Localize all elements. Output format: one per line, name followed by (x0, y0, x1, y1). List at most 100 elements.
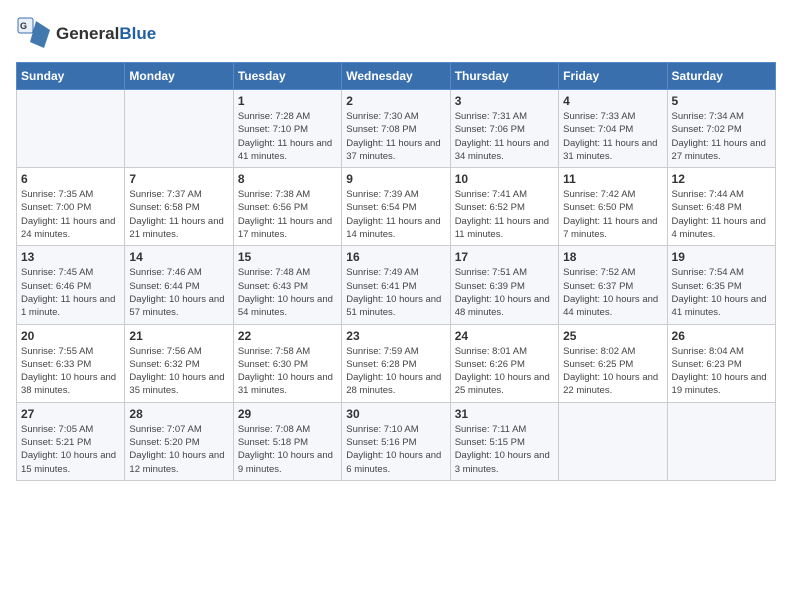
day-detail: Sunrise: 7:55 AM Sunset: 6:33 PM Dayligh… (21, 345, 120, 398)
calendar-cell: 4Sunrise: 7:33 AM Sunset: 7:04 PM Daylig… (559, 90, 667, 168)
day-detail: Sunrise: 7:42 AM Sunset: 6:50 PM Dayligh… (563, 188, 662, 241)
calendar-cell (559, 402, 667, 480)
calendar-cell (125, 90, 233, 168)
day-number: 12 (672, 172, 771, 186)
day-number: 24 (455, 329, 554, 343)
calendar-cell: 30Sunrise: 7:10 AM Sunset: 5:16 PM Dayli… (342, 402, 450, 480)
calendar-cell: 19Sunrise: 7:54 AM Sunset: 6:35 PM Dayli… (667, 246, 775, 324)
day-detail: Sunrise: 7:58 AM Sunset: 6:30 PM Dayligh… (238, 345, 337, 398)
day-detail: Sunrise: 7:37 AM Sunset: 6:58 PM Dayligh… (129, 188, 228, 241)
day-number: 22 (238, 329, 337, 343)
day-detail: Sunrise: 7:28 AM Sunset: 7:10 PM Dayligh… (238, 110, 337, 163)
calendar-week-2: 13 Sunrise: 7:45 AM Sunset: 6:46 PM Dayli… (17, 246, 776, 324)
weekday-header-row: SundayMondayTuesdayWednesdayThursdayFrid… (17, 63, 776, 90)
day-number: 3 (455, 94, 554, 108)
day-number: 26 (672, 329, 771, 343)
calendar-cell: 7 Sunrise: 7:37 AM Sunset: 6:58 PM Daylig… (125, 168, 233, 246)
day-number: 23 (346, 329, 445, 343)
calendar-table: SundayMondayTuesdayWednesdayThursdayFrid… (16, 62, 776, 481)
weekday-header-thursday: Thursday (450, 63, 558, 90)
day-number: 4 (563, 94, 662, 108)
day-number: 16 (346, 250, 445, 264)
day-number: 20 (21, 329, 120, 343)
calendar-cell (667, 402, 775, 480)
calendar-cell: 3 Sunrise: 7:31 AM Sunset: 7:06 PM Daylig… (450, 90, 558, 168)
day-number: 18 (563, 250, 662, 264)
calendar-cell: 10 Sunrise: 7:41 AM Sunset: 6:52 PM Dayli… (450, 168, 558, 246)
day-number: 28 (129, 407, 228, 421)
day-number: 29 (238, 407, 337, 421)
day-detail: Sunrise: 7:34 AM Sunset: 7:02 PM Dayligh… (672, 110, 771, 163)
day-detail: Sunrise: 7:59 AM Sunset: 6:28 PM Dayligh… (346, 345, 445, 398)
calendar-cell: 17Sunrise: 7:51 AM Sunset: 6:39 PM Dayli… (450, 246, 558, 324)
day-number: 6 (21, 172, 120, 186)
day-detail: Sunrise: 7:39 AM Sunset: 6:54 PM Dayligh… (346, 188, 445, 241)
day-detail: Sunrise: 7:45 AM Sunset: 6:46 PM Dayligh… (21, 266, 120, 319)
calendar-cell (17, 90, 125, 168)
weekday-header-sunday: Sunday (17, 63, 125, 90)
calendar-week-1: 6Sunrise: 7:35 AM Sunset: 7:00 PM Daylig… (17, 168, 776, 246)
calendar-cell: 9 Sunrise: 7:39 AM Sunset: 6:54 PM Daylig… (342, 168, 450, 246)
day-number: 2 (346, 94, 445, 108)
calendar-cell: 13 Sunrise: 7:45 AM Sunset: 6:46 PM Dayli… (17, 246, 125, 324)
calendar-cell: 15Sunrise: 7:48 AM Sunset: 6:43 PM Dayli… (233, 246, 341, 324)
calendar-cell: 20 Sunrise: 7:55 AM Sunset: 6:33 PM Dayli… (17, 324, 125, 402)
header: G GeneralBlue (16, 16, 776, 52)
calendar-week-4: 27Sunrise: 7:05 AM Sunset: 5:21 PM Dayli… (17, 402, 776, 480)
logo: G GeneralBlue (16, 16, 156, 52)
day-number: 15 (238, 250, 337, 264)
calendar-cell: 27Sunrise: 7:05 AM Sunset: 5:21 PM Dayli… (17, 402, 125, 480)
weekday-header-saturday: Saturday (667, 63, 775, 90)
calendar-cell: 29 Sunrise: 7:08 AM Sunset: 5:18 PM Dayli… (233, 402, 341, 480)
calendar-cell: 26 Sunrise: 8:04 AM Sunset: 6:23 PM Dayli… (667, 324, 775, 402)
day-number: 10 (455, 172, 554, 186)
day-number: 30 (346, 407, 445, 421)
day-number: 14 (129, 250, 228, 264)
day-detail: Sunrise: 7:30 AM Sunset: 7:08 PM Dayligh… (346, 110, 445, 163)
svg-text:G: G (20, 21, 27, 31)
calendar-body: 1 Sunrise: 7:28 AM Sunset: 7:10 PM Daylig… (17, 90, 776, 481)
day-detail: Sunrise: 7:38 AM Sunset: 6:56 PM Dayligh… (238, 188, 337, 241)
calendar-cell: 12 Sunrise: 7:44 AM Sunset: 6:48 PM Dayli… (667, 168, 775, 246)
day-detail: Sunrise: 7:49 AM Sunset: 6:41 PM Dayligh… (346, 266, 445, 319)
day-number: 13 (21, 250, 120, 264)
calendar-cell: 28Sunrise: 7:07 AM Sunset: 5:20 PM Dayli… (125, 402, 233, 480)
calendar-cell: 6Sunrise: 7:35 AM Sunset: 7:00 PM Daylig… (17, 168, 125, 246)
day-number: 31 (455, 407, 554, 421)
day-detail: Sunrise: 7:56 AM Sunset: 6:32 PM Dayligh… (129, 345, 228, 398)
day-number: 17 (455, 250, 554, 264)
calendar-cell: 11 Sunrise: 7:42 AM Sunset: 6:50 PM Dayli… (559, 168, 667, 246)
day-detail: Sunrise: 8:04 AM Sunset: 6:23 PM Dayligh… (672, 345, 771, 398)
calendar-cell: 14 Sunrise: 7:46 AM Sunset: 6:44 PM Dayli… (125, 246, 233, 324)
calendar-week-3: 20 Sunrise: 7:55 AM Sunset: 6:33 PM Dayli… (17, 324, 776, 402)
calendar-cell: 22 Sunrise: 7:58 AM Sunset: 6:30 PM Dayli… (233, 324, 341, 402)
day-number: 7 (129, 172, 228, 186)
weekday-header-friday: Friday (559, 63, 667, 90)
calendar-cell: 2 Sunrise: 7:30 AM Sunset: 7:08 PM Daylig… (342, 90, 450, 168)
day-detail: Sunrise: 7:05 AM Sunset: 5:21 PM Dayligh… (21, 423, 120, 476)
day-detail: Sunrise: 7:54 AM Sunset: 6:35 PM Dayligh… (672, 266, 771, 319)
calendar-cell: 23 Sunrise: 7:59 AM Sunset: 6:28 PM Dayli… (342, 324, 450, 402)
calendar-cell: 18Sunrise: 7:52 AM Sunset: 6:37 PM Dayli… (559, 246, 667, 324)
day-detail: Sunrise: 7:41 AM Sunset: 6:52 PM Dayligh… (455, 188, 554, 241)
day-number: 11 (563, 172, 662, 186)
calendar-cell: 8 Sunrise: 7:38 AM Sunset: 6:56 PM Daylig… (233, 168, 341, 246)
day-number: 21 (129, 329, 228, 343)
weekday-header-monday: Monday (125, 63, 233, 90)
day-number: 25 (563, 329, 662, 343)
weekday-header-wednesday: Wednesday (342, 63, 450, 90)
calendar-cell: 5Sunrise: 7:34 AM Sunset: 7:02 PM Daylig… (667, 90, 775, 168)
logo-text: GeneralBlue (56, 24, 156, 44)
day-detail: Sunrise: 7:46 AM Sunset: 6:44 PM Dayligh… (129, 266, 228, 319)
day-number: 9 (346, 172, 445, 186)
calendar-cell: 21 Sunrise: 7:56 AM Sunset: 6:32 PM Dayli… (125, 324, 233, 402)
day-number: 8 (238, 172, 337, 186)
calendar-week-0: 1 Sunrise: 7:28 AM Sunset: 7:10 PM Daylig… (17, 90, 776, 168)
calendar-cell: 31Sunrise: 7:11 AM Sunset: 5:15 PM Dayli… (450, 402, 558, 480)
calendar-cell: 16 Sunrise: 7:49 AM Sunset: 6:41 PM Dayli… (342, 246, 450, 324)
day-detail: Sunrise: 7:08 AM Sunset: 5:18 PM Dayligh… (238, 423, 337, 476)
day-detail: Sunrise: 7:31 AM Sunset: 7:06 PM Dayligh… (455, 110, 554, 163)
day-detail: Sunrise: 7:44 AM Sunset: 6:48 PM Dayligh… (672, 188, 771, 241)
day-number: 1 (238, 94, 337, 108)
logo-icon: G (16, 16, 52, 52)
